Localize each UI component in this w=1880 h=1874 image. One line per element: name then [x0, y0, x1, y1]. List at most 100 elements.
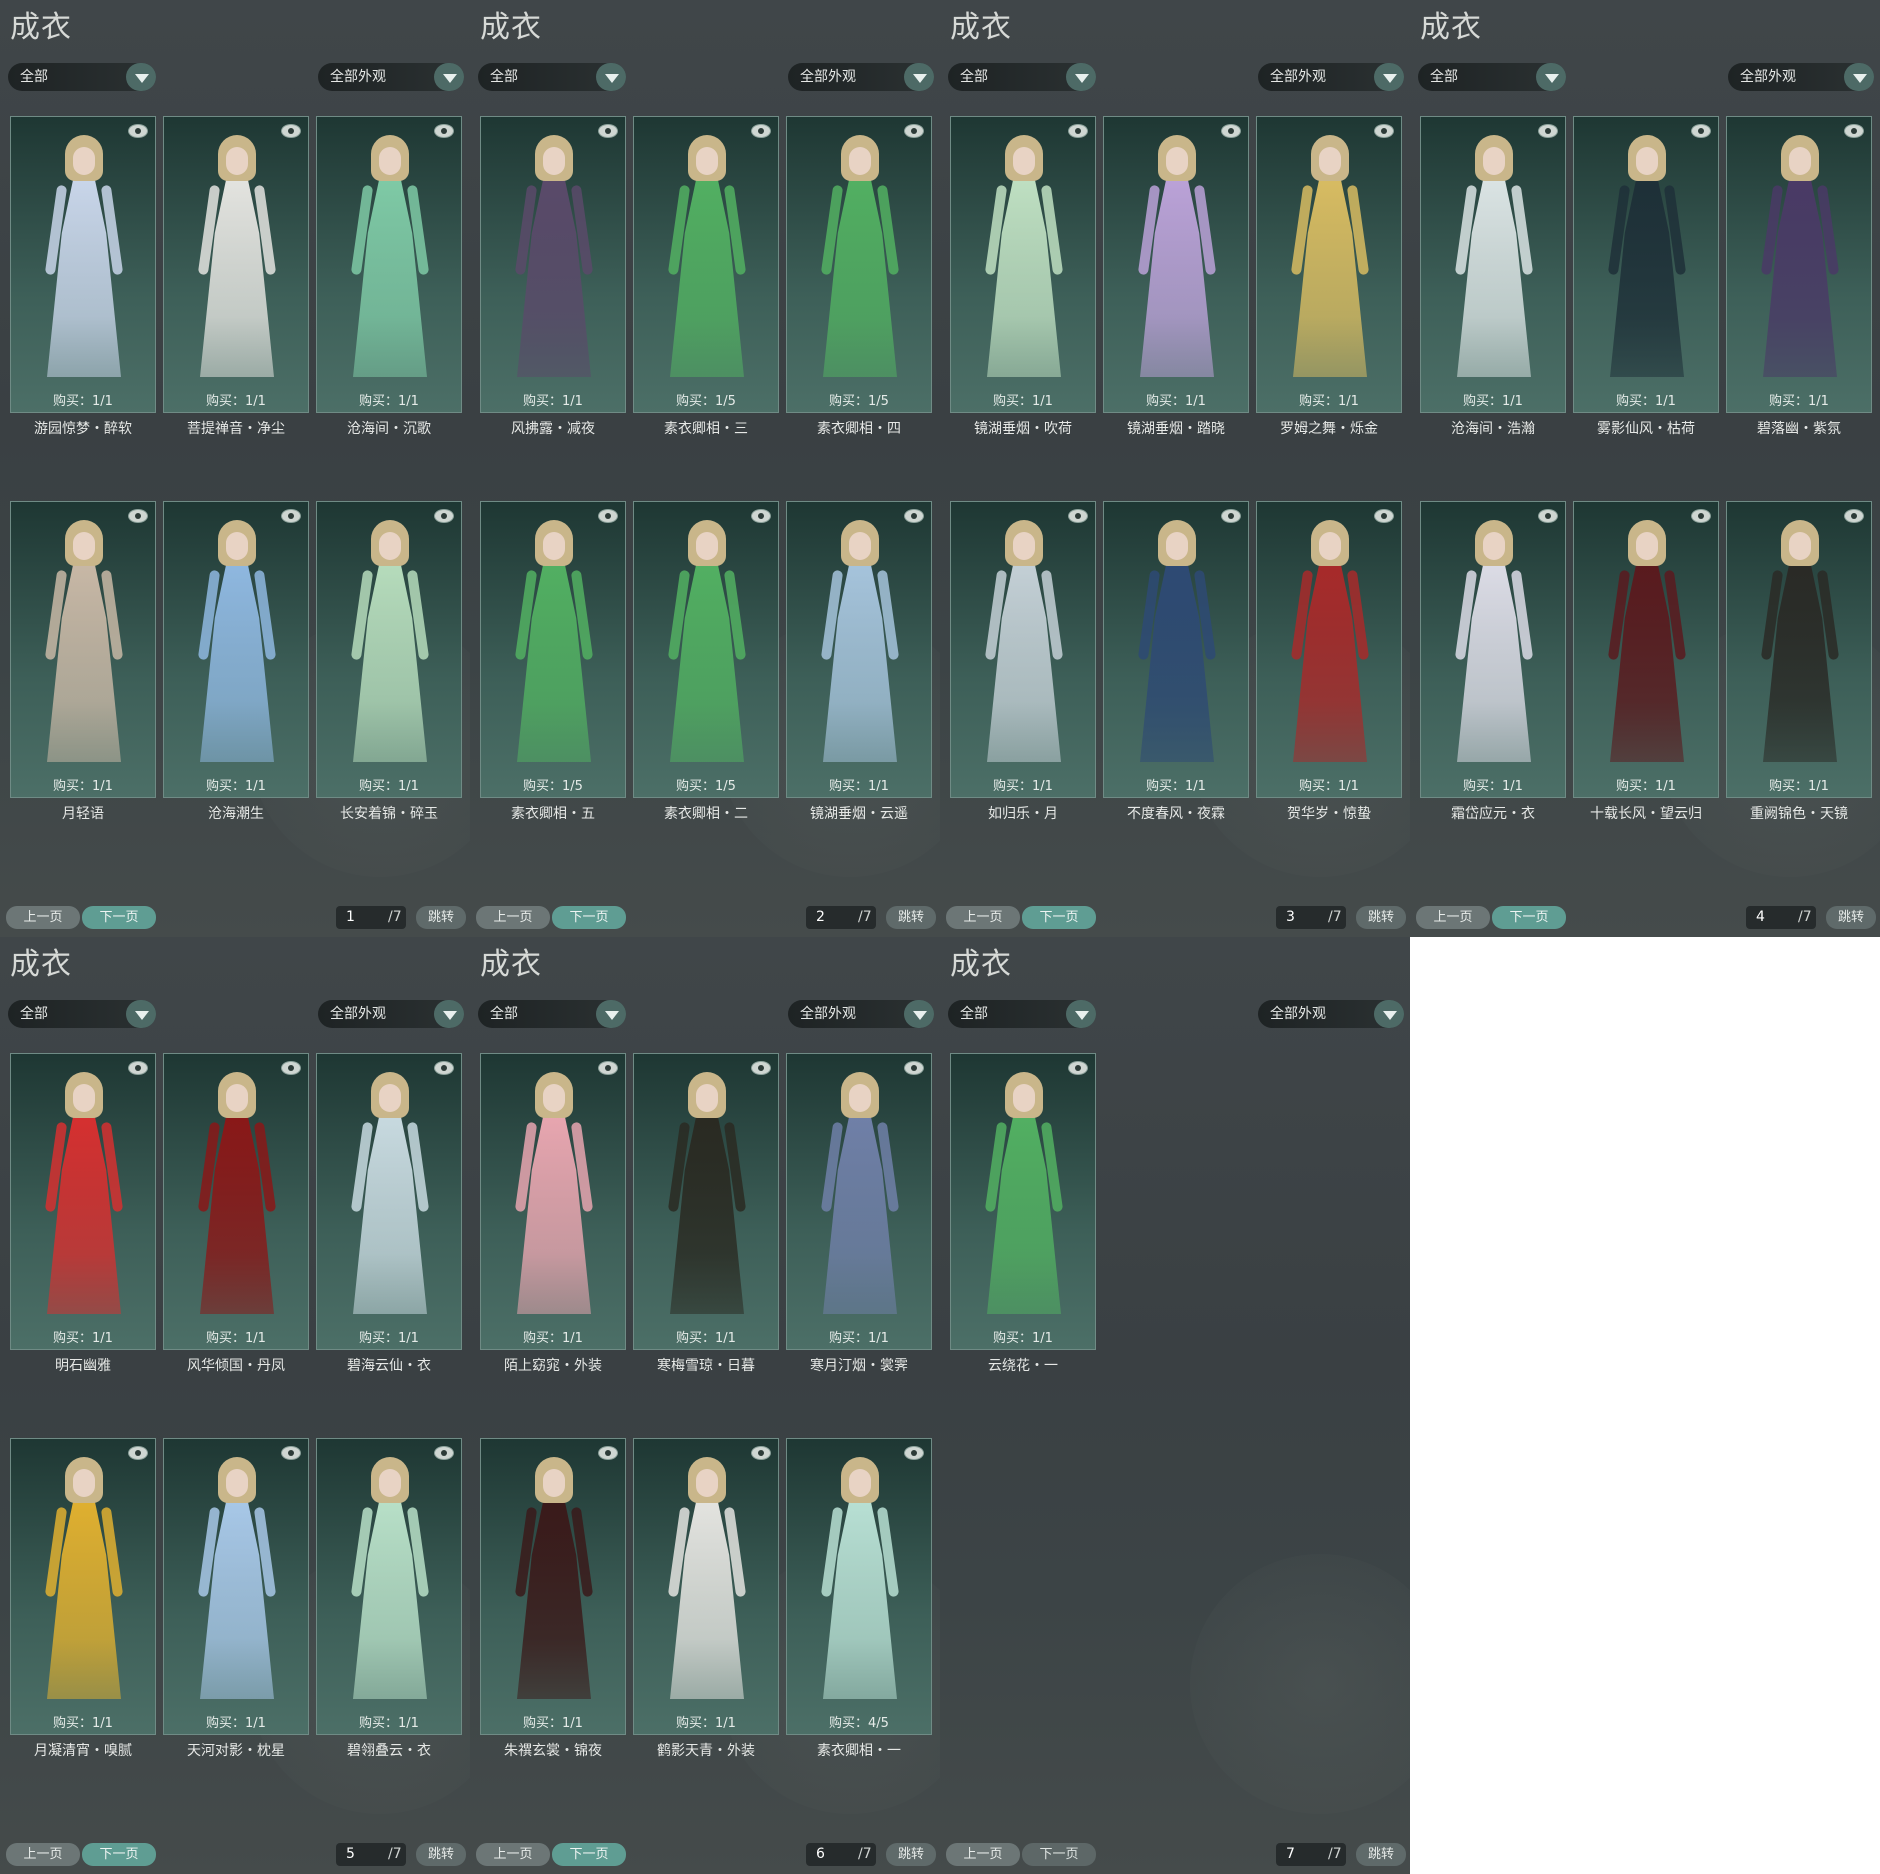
page-number-input[interactable]: 6/7: [806, 1843, 876, 1866]
preview-eye-icon[interactable]: [1844, 509, 1864, 523]
preview-eye-icon[interactable]: [904, 1061, 924, 1075]
next-page-button[interactable]: 下一页: [82, 906, 156, 929]
preview-eye-icon[interactable]: [1538, 124, 1558, 138]
preview-eye-icon[interactable]: [1374, 509, 1394, 523]
outfit-card[interactable]: 购买：1/1: [316, 1438, 462, 1735]
chevron-down-icon[interactable]: [434, 1000, 464, 1028]
preview-eye-icon[interactable]: [281, 1446, 301, 1460]
jump-button[interactable]: 跳转: [1826, 906, 1876, 929]
chevron-down-icon[interactable]: [1844, 63, 1874, 91]
outfit-card[interactable]: 购买：1/1: [1726, 501, 1872, 798]
preview-eye-icon[interactable]: [1538, 509, 1558, 523]
jump-button[interactable]: 跳转: [416, 906, 466, 929]
outfit-card[interactable]: 购买：1/1: [950, 1053, 1096, 1350]
preview-eye-icon[interactable]: [598, 124, 618, 138]
chevron-down-icon[interactable]: [596, 1000, 626, 1028]
prev-page-button[interactable]: 上一页: [946, 1843, 1020, 1866]
preview-eye-icon[interactable]: [1068, 124, 1088, 138]
appearance-dropdown[interactable]: 全部外观: [1258, 1000, 1404, 1028]
preview-eye-icon[interactable]: [1068, 509, 1088, 523]
preview-eye-icon[interactable]: [1221, 124, 1241, 138]
outfit-card[interactable]: 购买：1/1: [163, 501, 309, 798]
outfit-card[interactable]: 购买：1/1: [163, 1438, 309, 1735]
prev-page-button[interactable]: 上一页: [476, 906, 550, 929]
outfit-card[interactable]: 购买：1/5: [786, 116, 932, 413]
preview-eye-icon[interactable]: [128, 1446, 148, 1460]
chevron-down-icon[interactable]: [904, 1000, 934, 1028]
chevron-down-icon[interactable]: [596, 63, 626, 91]
category-dropdown[interactable]: 全部: [478, 1000, 626, 1028]
prev-page-button[interactable]: 上一页: [6, 1843, 80, 1866]
appearance-dropdown[interactable]: 全部外观: [318, 1000, 464, 1028]
preview-eye-icon[interactable]: [751, 509, 771, 523]
chevron-down-icon[interactable]: [1374, 63, 1404, 91]
jump-button[interactable]: 跳转: [416, 1843, 466, 1866]
outfit-card[interactable]: 购买：1/1: [1420, 501, 1566, 798]
chevron-down-icon[interactable]: [126, 63, 156, 91]
preview-eye-icon[interactable]: [904, 124, 924, 138]
appearance-dropdown[interactable]: 全部外观: [788, 1000, 934, 1028]
preview-eye-icon[interactable]: [281, 124, 301, 138]
category-dropdown[interactable]: 全部: [1418, 63, 1566, 91]
outfit-card[interactable]: 购买：1/1: [10, 116, 156, 413]
outfit-card[interactable]: 购买：1/1: [633, 1438, 779, 1735]
jump-button[interactable]: 跳转: [1356, 906, 1406, 929]
outfit-card[interactable]: 购买：4/5: [786, 1438, 932, 1735]
chevron-down-icon[interactable]: [126, 1000, 156, 1028]
preview-eye-icon[interactable]: [434, 1446, 454, 1460]
preview-eye-icon[interactable]: [904, 509, 924, 523]
prev-page-button[interactable]: 上一页: [1416, 906, 1490, 929]
page-number-input[interactable]: 7/7: [1276, 1843, 1346, 1866]
preview-eye-icon[interactable]: [904, 1446, 924, 1460]
preview-eye-icon[interactable]: [281, 509, 301, 523]
preview-eye-icon[interactable]: [598, 1061, 618, 1075]
page-number-input[interactable]: 5/7: [336, 1843, 406, 1866]
prev-page-button[interactable]: 上一页: [476, 1843, 550, 1866]
preview-eye-icon[interactable]: [281, 1061, 301, 1075]
outfit-card[interactable]: 购买：1/1: [480, 1053, 626, 1350]
preview-eye-icon[interactable]: [128, 124, 148, 138]
preview-eye-icon[interactable]: [128, 1061, 148, 1075]
preview-eye-icon[interactable]: [1068, 1061, 1088, 1075]
chevron-down-icon[interactable]: [904, 63, 934, 91]
next-page-button[interactable]: 下一页: [1492, 906, 1566, 929]
chevron-down-icon[interactable]: [1374, 1000, 1404, 1028]
appearance-dropdown[interactable]: 全部外观: [318, 63, 464, 91]
outfit-card[interactable]: 购买：1/1: [950, 501, 1096, 798]
next-page-button[interactable]: 下一页: [552, 906, 626, 929]
outfit-card[interactable]: 购买：1/1: [480, 116, 626, 413]
preview-eye-icon[interactable]: [1221, 509, 1241, 523]
category-dropdown[interactable]: 全部: [8, 1000, 156, 1028]
outfit-card[interactable]: 购买：1/1: [1103, 501, 1249, 798]
jump-button[interactable]: 跳转: [886, 906, 936, 929]
preview-eye-icon[interactable]: [751, 124, 771, 138]
appearance-dropdown[interactable]: 全部外观: [1258, 63, 1404, 91]
outfit-card[interactable]: 购买：1/1: [1573, 116, 1719, 413]
chevron-down-icon[interactable]: [434, 63, 464, 91]
preview-eye-icon[interactable]: [751, 1061, 771, 1075]
chevron-down-icon[interactable]: [1066, 63, 1096, 91]
outfit-card[interactable]: 购买：1/1: [1103, 116, 1249, 413]
outfit-card[interactable]: 购买：1/1: [786, 1053, 932, 1350]
next-page-button[interactable]: 下一页: [1022, 906, 1096, 929]
prev-page-button[interactable]: 上一页: [6, 906, 80, 929]
next-page-button[interactable]: 下一页: [1022, 1843, 1096, 1866]
outfit-card[interactable]: 购买：1/1: [10, 501, 156, 798]
preview-eye-icon[interactable]: [598, 1446, 618, 1460]
preview-eye-icon[interactable]: [434, 509, 454, 523]
preview-eye-icon[interactable]: [751, 1446, 771, 1460]
outfit-card[interactable]: 购买：1/1: [316, 1053, 462, 1350]
outfit-card[interactable]: 购买：1/1: [633, 1053, 779, 1350]
outfit-card[interactable]: 购买：1/1: [10, 1053, 156, 1350]
appearance-dropdown[interactable]: 全部外观: [1728, 63, 1874, 91]
next-page-button[interactable]: 下一页: [82, 1843, 156, 1866]
preview-eye-icon[interactable]: [1374, 124, 1394, 138]
preview-eye-icon[interactable]: [598, 509, 618, 523]
outfit-card[interactable]: 购买：1/1: [950, 116, 1096, 413]
outfit-card[interactable]: 购买：1/1: [786, 501, 932, 798]
next-page-button[interactable]: 下一页: [552, 1843, 626, 1866]
outfit-card[interactable]: 购买：1/1: [1420, 116, 1566, 413]
appearance-dropdown[interactable]: 全部外观: [788, 63, 934, 91]
outfit-card[interactable]: 购买：1/1: [1256, 501, 1402, 798]
preview-eye-icon[interactable]: [1691, 124, 1711, 138]
